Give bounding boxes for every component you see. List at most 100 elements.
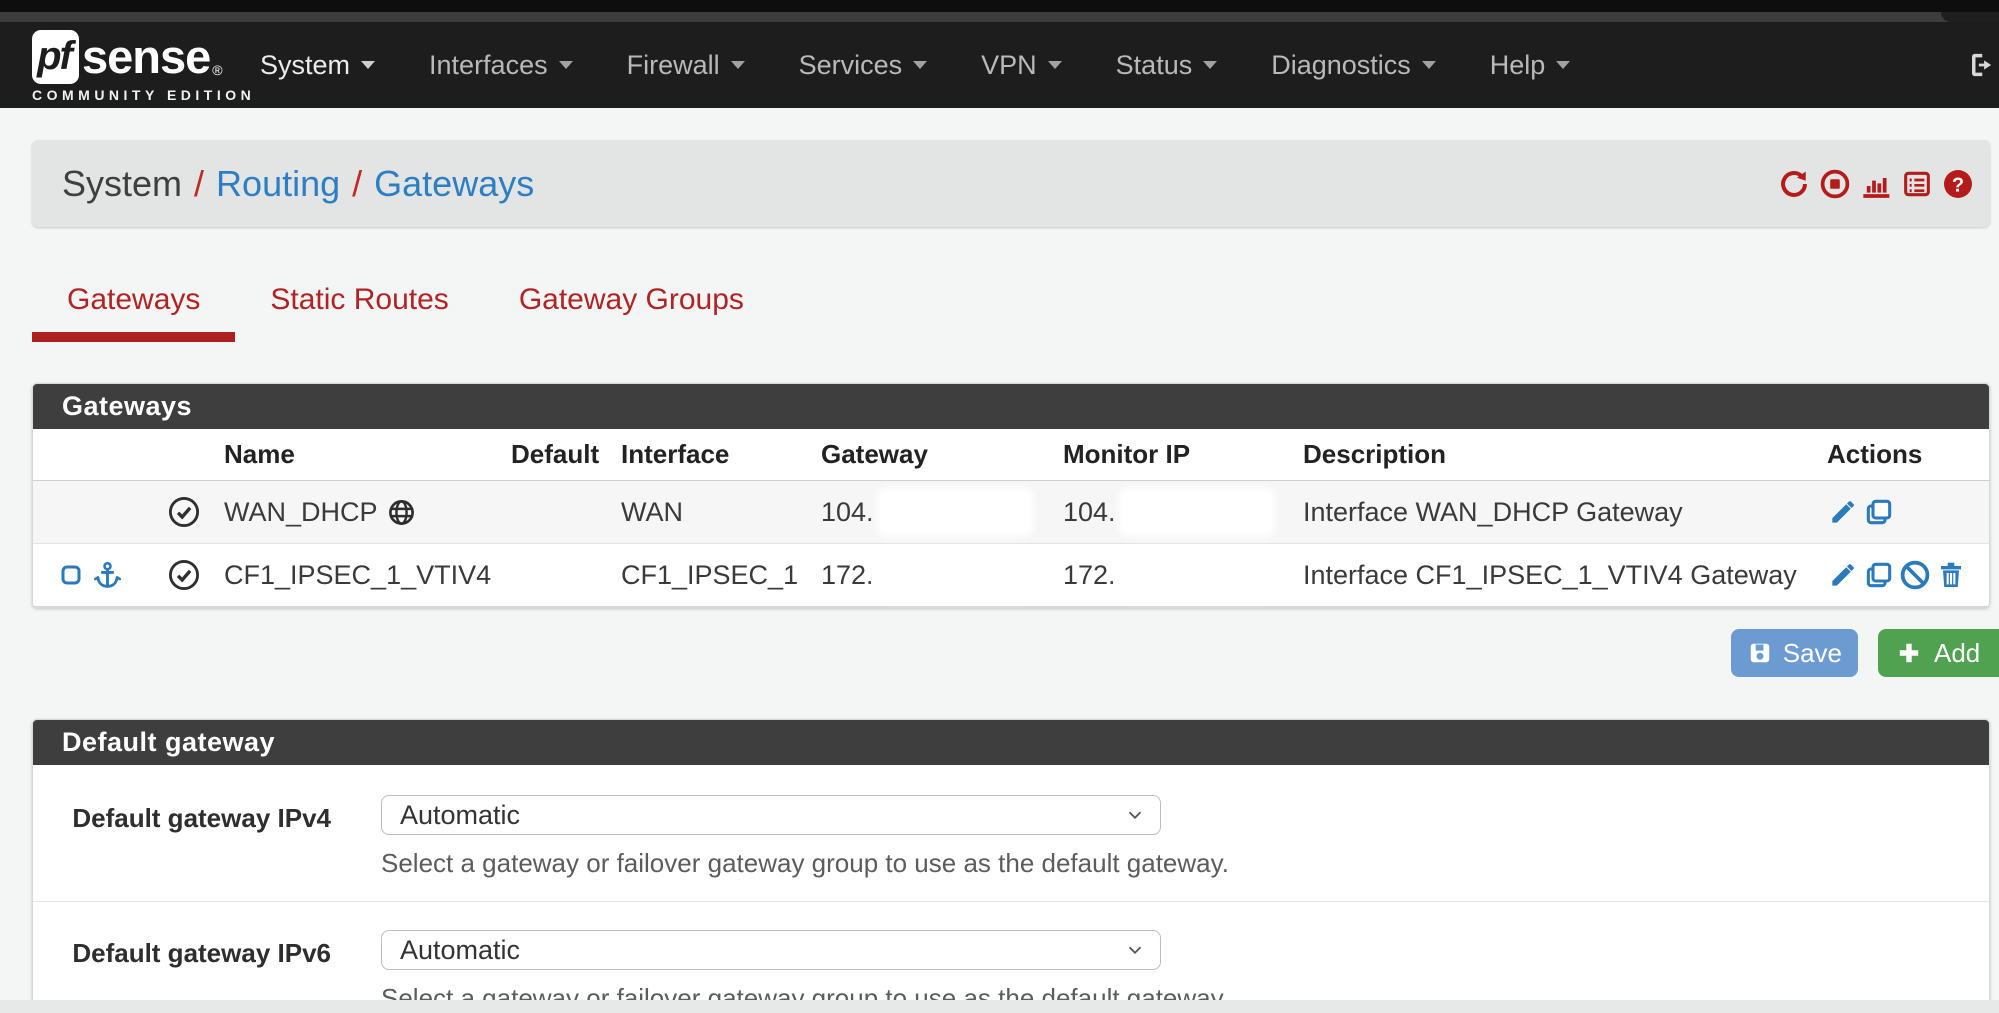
pfsense-gateways-page: pf sense ® COMMUNITY EDITION System Inte… [0,0,1999,1013]
copy-icon[interactable] [1863,496,1895,528]
menu-item-help[interactable]: Help [1463,50,1598,81]
tab-gateway-groups[interactable]: Gateway Groups [484,277,779,342]
logo-pf-text: pf [37,34,74,79]
default-gateway-panel-title: Default gateway [33,720,1989,765]
delete-icon[interactable] [1935,559,1967,591]
breadcrumb-separator: / [352,163,362,205]
chevron-down-icon [361,61,375,69]
add-button[interactable]: Add [1878,629,1999,677]
logo-edition-text: COMMUNITY EDITION [32,87,255,103]
help-icon[interactable]: ? [1942,168,1974,200]
page-header-icons: ? [1778,168,1974,200]
table-actions-bar: Save Add [32,629,1990,677]
chevron-down-icon [731,61,745,69]
breadcrumb-bar: System / Routing / Gateways [32,140,1990,227]
tab-static-routes[interactable]: Static Routes [235,277,483,342]
breadcrumb-routing-link[interactable]: Routing [216,163,340,205]
redacted-ip [1122,554,1272,596]
chart-icon[interactable] [1860,168,1892,200]
gateways-panel: Gateways Name Default Interface Gateway … [32,383,1990,608]
tab-gateways[interactable]: Gateways [32,277,235,342]
plus-icon [1896,640,1922,666]
menu-item-status[interactable]: Status [1089,50,1245,81]
pfsense-logo-pf-box: pf [32,30,79,84]
menu-item-vpn[interactable]: VPN [954,50,1089,81]
edit-icon[interactable] [1827,496,1859,528]
menu-item-system[interactable]: System [233,50,402,81]
redacted-ip [1122,491,1272,533]
redacted-ip [880,554,1030,596]
table-row: WAN_DHCP WAN 104. 104. Inte [33,481,1989,544]
copy-icon[interactable] [1863,559,1895,591]
anchor-icon [92,560,123,591]
default-gateway-ipv4-label: Default gateway IPv4 [33,795,331,879]
column-actions: Actions [1811,439,1989,470]
save-icon [1747,640,1773,666]
default-gateway-panel: Default gateway Default gateway IPv4 Aut… [32,719,1990,1013]
gateway-name: CF1_IPSEC_1_VTIV4 [224,560,491,591]
gateway-enabled-icon [167,495,201,529]
save-button[interactable]: Save [1731,629,1858,677]
column-gateway: Gateway [801,439,1051,470]
default-gateway-ipv6-select[interactable]: Automatic [381,930,1161,970]
svg-text:?: ? [1952,174,1964,196]
gateway-enabled-icon [167,558,201,592]
log-icon[interactable] [1901,168,1933,200]
menu-item-diagnostics[interactable]: Diagnostics [1244,50,1463,81]
routing-tabs: Gateways Static Routes Gateway Groups [32,277,1990,342]
monitor-ip: 104. [1063,497,1116,528]
chevron-down-icon [1203,61,1217,69]
page-content: System / Routing / Gateways [32,140,1990,1013]
column-interface: Interface [611,439,801,470]
logo-sense-text: sense [82,29,210,84]
breadcrumb-system: System [62,163,182,205]
menu-item-services[interactable]: Services [772,50,955,81]
gateways-table-header: Name Default Interface Gateway Monitor I… [33,429,1989,481]
default-gateway-ipv6-row: Default gateway IPv6 Automatic Select a … [33,901,1989,1013]
window-top-band [0,0,1999,12]
breadcrumb-separator: / [194,163,204,205]
sign-out-icon[interactable] [1966,50,1996,80]
gateway-interface: CF1_IPSEC_1 [611,560,801,591]
edit-icon[interactable] [1827,559,1859,591]
browser-strip-corner [1941,12,1999,22]
chevron-down-icon [559,61,573,69]
gateway-description: Interface CF1_IPSEC_1_VTIV4 Gateway [1291,560,1811,591]
column-description: Description [1291,439,1811,470]
breadcrumb: System / Routing / Gateways [62,163,1778,205]
disable-icon[interactable] [1899,559,1931,591]
menu-item-interfaces[interactable]: Interfaces [402,50,600,81]
chevron-down-icon [1048,61,1062,69]
gateway-address: 104. [821,497,874,528]
gateway-interface: WAN [611,497,801,528]
gateways-panel-title: Gateways [33,384,1989,429]
row-checkbox-icon[interactable] [59,563,83,587]
chevron-down-icon [913,61,927,69]
gateway-name: WAN_DHCP [224,497,378,528]
column-default: Default [501,439,611,470]
redacted-ip [880,491,1030,533]
column-name: Name [216,439,501,470]
globe-icon [387,498,416,527]
chevron-down-icon [1556,61,1570,69]
gateway-address: 172. [821,560,874,591]
page-footer-strip [0,1000,1999,1013]
monitor-ip: 172. [1063,560,1116,591]
default-gateway-ipv4-help: Select a gateway or failover gateway gro… [381,848,1229,879]
breadcrumb-gateways-link[interactable]: Gateways [374,163,534,205]
gateway-description: Interface WAN_DHCP Gateway [1291,497,1811,528]
pfsense-logo[interactable]: pf sense ® COMMUNITY EDITION [32,29,255,103]
column-monitor-ip: Monitor IP [1051,439,1291,470]
default-gateway-ipv4-row: Default gateway IPv4 Automatic Select a … [33,765,1989,901]
refresh-icon[interactable] [1778,168,1810,200]
table-row: CF1_IPSEC_1_VTIV4 CF1_IPSEC_1 172. 172. … [33,544,1989,607]
menu-item-firewall[interactable]: Firewall [600,50,772,81]
chevron-down-icon [1422,61,1436,69]
chevron-down-icon [1124,939,1146,961]
top-navbar: pf sense ® COMMUNITY EDITION System Inte… [0,22,1999,108]
logo-trademark: ® [212,62,222,78]
main-menu: System Interfaces Firewall Services VPN … [233,22,1597,108]
chevron-down-icon [1124,804,1146,826]
default-gateway-ipv4-select[interactable]: Automatic [381,795,1161,835]
stop-circle-icon[interactable] [1819,168,1851,200]
